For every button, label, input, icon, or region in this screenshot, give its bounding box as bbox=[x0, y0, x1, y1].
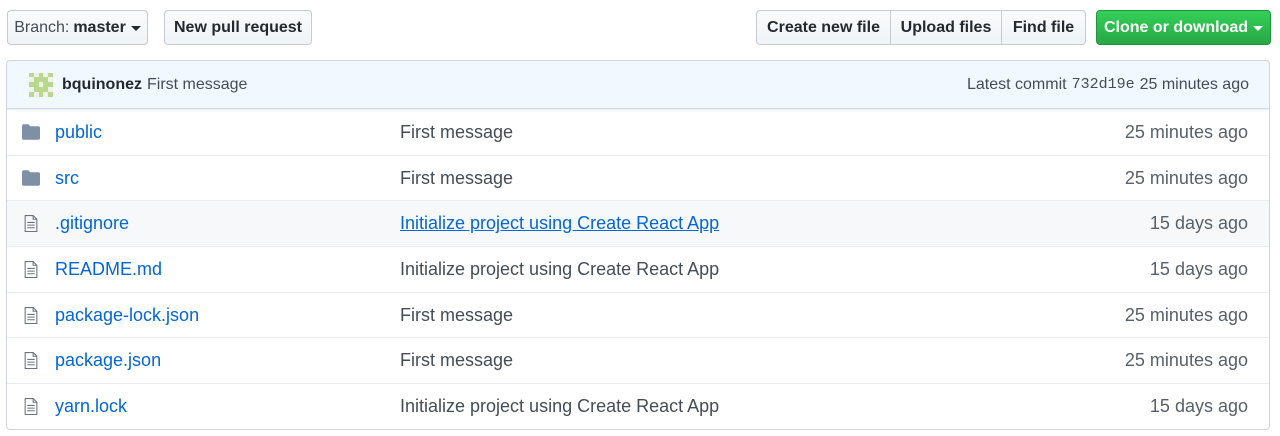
file-commit-message[interactable]: Initialize project using Create React Ap… bbox=[400, 213, 1150, 234]
branch-select-button[interactable]: Branch: master bbox=[7, 10, 148, 45]
file-age: 25 minutes ago bbox=[1124, 121, 1248, 142]
file-actions-group: Create new file Upload files Find file bbox=[756, 10, 1086, 45]
file-row: src First message 25 minutes ago bbox=[7, 154, 1269, 201]
folder-icon bbox=[7, 124, 55, 141]
file-icon bbox=[7, 306, 55, 324]
file-list: bquinonez First message Latest commit 73… bbox=[6, 60, 1270, 430]
file-name-link[interactable]: package-lock.json bbox=[55, 305, 199, 325]
clone-download-button[interactable]: Clone or download bbox=[1096, 10, 1271, 45]
avatar[interactable] bbox=[29, 72, 53, 97]
commit-author-link[interactable]: bquinonez bbox=[62, 76, 142, 94]
file-commit-message[interactable]: Initialize project using Create React Ap… bbox=[400, 259, 1150, 280]
file-age: 15 days ago bbox=[1149, 213, 1248, 234]
file-age: 25 minutes ago bbox=[1124, 167, 1248, 188]
file-commit-message[interactable]: First message bbox=[400, 122, 1125, 143]
file-icon bbox=[7, 397, 55, 415]
file-age: 25 minutes ago bbox=[1124, 304, 1248, 325]
commit-meta: Latest commit 732d19e 25 minutes ago bbox=[967, 76, 1249, 94]
clone-download-label: Clone or download bbox=[1104, 18, 1248, 36]
file-commit-message[interactable]: First message bbox=[400, 350, 1125, 371]
find-file-button[interactable]: Find file bbox=[1001, 10, 1086, 45]
file-icon bbox=[7, 215, 55, 233]
file-name-link[interactable]: package.json bbox=[55, 350, 161, 370]
chevron-down-icon bbox=[130, 26, 141, 31]
file-row: yarn.lock Initialize project using Creat… bbox=[7, 383, 1269, 429]
file-row: package.json First message 25 minutes ag… bbox=[7, 337, 1269, 383]
upload-files-button[interactable]: Upload files bbox=[890, 10, 1002, 45]
latest-commit-bar: bquinonez First message Latest commit 73… bbox=[7, 61, 1269, 109]
branch-name: master bbox=[73, 18, 126, 36]
folder-icon bbox=[7, 170, 55, 186]
chevron-down-icon bbox=[1253, 26, 1263, 31]
file-row: package-lock.json First message 25 minut… bbox=[7, 291, 1269, 338]
file-name-link[interactable]: .gitignore bbox=[55, 213, 129, 233]
commit-sha-link[interactable]: 732d19e bbox=[1072, 76, 1135, 93]
file-commit-message[interactable]: First message bbox=[400, 168, 1125, 189]
file-icon bbox=[7, 352, 55, 370]
file-age: 15 days ago bbox=[1149, 258, 1248, 279]
file-name-link[interactable]: README.md bbox=[55, 259, 162, 279]
create-new-file-button[interactable]: Create new file bbox=[756, 10, 891, 45]
file-name-link[interactable]: public bbox=[55, 122, 102, 142]
repo-toolbar: Branch: master New pull request Create n… bbox=[7, 10, 1271, 47]
file-icon bbox=[7, 260, 55, 278]
file-age: 15 days ago bbox=[1149, 395, 1248, 416]
file-commit-message[interactable]: First message bbox=[400, 305, 1125, 326]
file-row: .gitignore Initialize project using Crea… bbox=[7, 200, 1269, 247]
file-row: public First message 25 minutes ago bbox=[7, 109, 1269, 155]
branch-prefix: Branch: bbox=[14, 18, 70, 36]
file-commit-message[interactable]: Initialize project using Create React Ap… bbox=[400, 396, 1150, 417]
latest-commit-label: Latest commit bbox=[966, 75, 1067, 93]
new-pull-request-button[interactable]: New pull request bbox=[164, 10, 312, 45]
file-name-link[interactable]: src bbox=[55, 168, 79, 188]
file-row: README.md Initialize project using Creat… bbox=[7, 246, 1269, 292]
commit-message-link[interactable]: First message bbox=[147, 76, 247, 94]
file-name-link[interactable]: yarn.lock bbox=[55, 396, 127, 416]
file-age: 25 minutes ago bbox=[1124, 350, 1248, 371]
commit-age: 25 minutes ago bbox=[1139, 75, 1249, 93]
